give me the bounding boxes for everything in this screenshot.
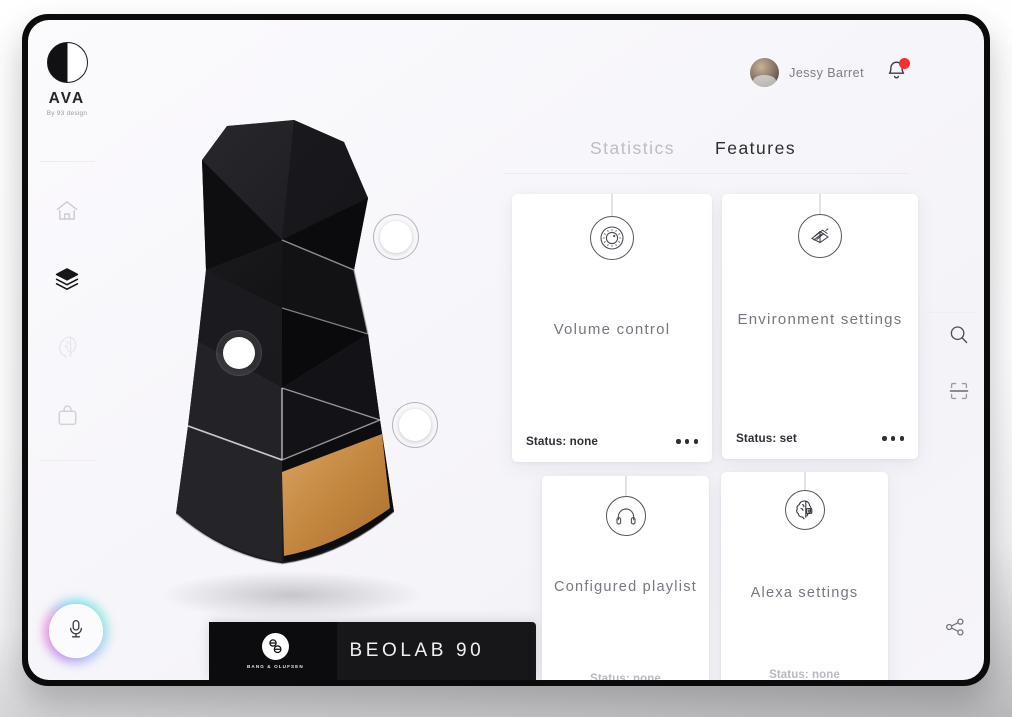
notification-badge (899, 57, 910, 69)
more-horizontal-icon[interactable] (676, 439, 698, 444)
search-icon (947, 323, 971, 352)
tab-features[interactable]: Features (715, 138, 796, 159)
tablet-bezel: AVA By 93 design BANG & OLUFSEN BEOLAB 9… (22, 14, 990, 686)
feature-card-volume-control[interactable]: Volume control Status: none (512, 194, 712, 462)
environment-network-icon (798, 214, 842, 258)
feature-card-environment-settings[interactable]: Environment settings Status: set (722, 194, 918, 459)
brain-icon (54, 334, 80, 360)
home-icon (54, 198, 80, 224)
sidebar-divider-bottom (39, 460, 95, 461)
hotspot-dot[interactable] (223, 337, 255, 369)
card-title: Volume control (553, 321, 671, 338)
product-model-name: BEOLAB 90 (349, 640, 485, 661)
bo-monogram (261, 633, 289, 660)
sidebar-item-brain[interactable] (48, 328, 86, 366)
bang-olufsen-logo-icon: BANG & OLUFSEN (247, 633, 304, 669)
hotspot-mid-left[interactable] (216, 330, 262, 376)
sidebar-item-shop[interactable] (48, 396, 86, 434)
sidebar-item-home[interactable] (48, 192, 86, 230)
brand-name: AVA (48, 90, 86, 107)
user-chip[interactable]: Jessy Barret (750, 58, 864, 87)
alexa-brain-chip-icon (784, 490, 825, 530)
status-badge: Status: none (769, 669, 840, 680)
brand-tagline: By 93 design (46, 110, 88, 117)
sidebar-nav (48, 192, 86, 434)
notifications-button[interactable] (882, 57, 910, 87)
more-horizontal-icon[interactable] (882, 436, 904, 441)
header-user-row: Jessy Barret (750, 57, 910, 87)
shopping-bag-icon (55, 403, 80, 428)
sidebar-item-layers[interactable] (48, 260, 86, 298)
scan-frame-icon (947, 379, 971, 408)
app-screen: AVA By 93 design BANG & OLUFSEN BEOLAB 9… (28, 20, 984, 680)
card-footer: Status: set (736, 432, 904, 445)
card-title: Alexa settings (750, 585, 859, 601)
card-title: Environment settings (737, 311, 903, 328)
product-stage: BANG & OLUFSEN BEOLAB 90 (106, 20, 536, 680)
sidebar-divider-top (39, 161, 95, 162)
hotspot-lower-right[interactable] (392, 402, 438, 448)
volume-knob-icon (590, 216, 634, 260)
status-badge: Status: none (526, 435, 598, 448)
product-info-bar: BANG & OLUFSEN BEOLAB 90 (209, 622, 536, 680)
voice-assistant (44, 599, 108, 663)
headphones-icon (605, 496, 646, 536)
product-brand-label: BANG & OLUFSEN (247, 664, 304, 669)
panel-tabs: Statistics Features (504, 138, 910, 174)
hotspot-top-right[interactable] (373, 214, 419, 260)
brand-logo: AVA By 93 design (46, 42, 88, 117)
hotspot-dot[interactable] (399, 409, 431, 441)
right-sidebar (916, 20, 984, 680)
microphone-button[interactable] (49, 604, 103, 658)
right-sidebar-tools (942, 320, 976, 410)
microphone-icon (65, 618, 87, 645)
avatar (750, 58, 780, 87)
tab-statistics[interactable]: Statistics (590, 138, 675, 159)
feature-card-alexa-settings[interactable]: Alexa settings Status: none (721, 472, 888, 680)
card-footer: Status: none (526, 435, 698, 448)
status-badge: Status: none (590, 673, 661, 680)
user-name: Jessy Barret (789, 65, 864, 80)
speaker-render (132, 120, 442, 630)
layers-icon (53, 265, 81, 293)
search-button[interactable] (942, 320, 976, 354)
card-title: Configured playlist (553, 579, 698, 595)
features-panel: Jessy Barret Statistics Features Volume … (504, 20, 918, 680)
left-sidebar: AVA By 93 design (28, 20, 106, 680)
half-filled-circle-logo-icon (46, 42, 88, 83)
feature-card-configured-playlist[interactable]: Configured playlist Status: none (542, 476, 709, 680)
right-sidebar-divider (926, 312, 974, 313)
share-button[interactable] (938, 612, 972, 646)
card-stem (611, 194, 613, 218)
status-badge: Status: set (736, 432, 797, 445)
share-nodes-icon (943, 615, 967, 644)
hotspot-dot[interactable] (380, 221, 412, 253)
scan-button[interactable] (942, 376, 976, 410)
